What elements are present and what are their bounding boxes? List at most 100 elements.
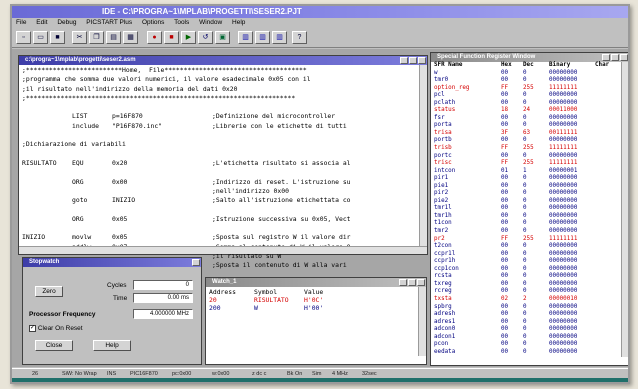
editor-vertical-scrollbar[interactable] — [419, 65, 427, 246]
menu-window[interactable]: Window — [199, 19, 222, 26]
open-file-icon[interactable]: ▭ — [33, 31, 48, 44]
code-line[interactable]: include "P16F870.inc" ;Librerie con le eti… — [22, 122, 416, 131]
sfr-row[interactable]: adres1 00 0 00000000 — [431, 319, 621, 327]
sfr-row[interactable]: spbrg 00 0 00000000 — [431, 304, 621, 312]
sfr-row[interactable]: ccpr1l 00 0 00000000 — [431, 251, 621, 259]
sfr-row[interactable]: adcon0 00 0 00000000 — [431, 326, 621, 334]
help-icon[interactable]: ? — [292, 31, 307, 44]
menu-file[interactable]: File — [16, 19, 26, 26]
sfr-row[interactable]: status 18 24 00011000 — [431, 107, 621, 115]
code-line[interactable]: ORG 0x00 ;Indirizzo di reset. L'istruzione… — [22, 178, 416, 187]
build-icon[interactable]: ▣ — [215, 31, 230, 44]
cut-icon[interactable]: ✂ — [72, 31, 87, 44]
sfr-row[interactable]: pcl 00 0 00000000 — [431, 92, 621, 100]
menu-edit[interactable]: Edit — [36, 19, 47, 26]
sfr-row[interactable]: txreg 00 0 00000000 — [431, 281, 621, 289]
sfr-row[interactable]: w 00 0 00000000 — [431, 70, 621, 78]
code-line[interactable]: LIST p=16F870 ;Definizione del microcontro… — [22, 112, 416, 121]
code-line[interactable]: ORG 0x05 ;Istruzione successiva su 0x05, V… — [22, 215, 416, 224]
view-c-icon[interactable]: ▥ — [272, 31, 287, 44]
sfr-row[interactable]: intcon 01 1 00000001 — [431, 168, 621, 176]
minimize-icon[interactable] — [399, 279, 407, 286]
stopwatch-window[interactable]: Stopwatch Zero Cycles 0 Time 0.00 ms Pro… — [22, 257, 202, 365]
code-line[interactable]: INIZIO movlw 0x05 ;Sposta sul registro W il… — [22, 233, 416, 242]
close-icon[interactable] — [418, 57, 426, 64]
maximize-icon[interactable] — [409, 57, 417, 64]
sfr-row[interactable]: rcsta 00 0 00000000 — [431, 273, 621, 281]
paste-icon[interactable]: ▤ — [106, 31, 121, 44]
code-line[interactable]: ;programma che somma due valori numerici… — [22, 75, 416, 84]
code-line[interactable]: RISULTATO EQU 0x20 ;L'etichetta risultato s… — [22, 159, 416, 168]
close-icon[interactable] — [620, 54, 628, 61]
sfr-row[interactable]: pir1 00 0 00000000 — [431, 175, 621, 183]
sfr-row[interactable]: portc 00 0 00000000 — [431, 153, 621, 161]
watch-row[interactable]: 200 W H'00' — [209, 304, 423, 312]
help-button[interactable]: Help — [93, 340, 131, 351]
code-line[interactable]: ;il risultato nell'indirizzo della memor… — [22, 85, 416, 94]
code-line[interactable] — [22, 103, 416, 112]
sfr-row[interactable]: portb 00 0 00000000 — [431, 137, 621, 145]
menu-options[interactable]: Options — [142, 19, 164, 26]
sfr-row[interactable]: option_reg FF 255 11111111 — [431, 85, 621, 93]
sfr-window[interactable]: Special Function Register Window SFR Nam… — [430, 52, 628, 366]
minimize-icon[interactable] — [400, 57, 408, 64]
code-line[interactable] — [22, 168, 416, 177]
close-icon[interactable] — [417, 279, 425, 286]
code-line[interactable] — [22, 150, 416, 159]
sfr-row[interactable]: pclath 00 0 00000000 — [431, 100, 621, 108]
watch-row[interactable]: 20 RISULTATO H'0C' — [209, 296, 423, 304]
sfr-row[interactable]: pcon 00 0 00000000 — [431, 341, 621, 349]
sfr-row[interactable]: tmr2 00 0 00000000 — [431, 228, 621, 236]
sfr-row[interactable]: adresh 00 0 00000000 — [431, 311, 621, 319]
code-line[interactable] — [22, 131, 416, 140]
code-line[interactable]: ;*************************Home, File****… — [22, 66, 416, 75]
copy-icon[interactable]: ❐ — [89, 31, 104, 44]
close-button[interactable]: Close — [35, 340, 73, 351]
sfr-row[interactable]: adcon1 00 0 00000000 — [431, 334, 621, 342]
sfr-row[interactable]: trisc FF 255 11111111 — [431, 160, 621, 168]
sfr-row[interactable]: txsta 02 2 00000010 — [431, 296, 621, 304]
code-line[interactable] — [22, 224, 416, 233]
code-line[interactable] — [22, 205, 416, 214]
sfr-row[interactable]: rcreg 00 0 00000000 — [431, 288, 621, 296]
print-icon[interactable]: ▦ — [123, 31, 138, 44]
menu-help[interactable]: Help — [232, 19, 245, 26]
code-line[interactable]: ;nell'indirizzo 0x00 — [22, 187, 416, 196]
sfr-row[interactable]: pie1 00 0 00000000 — [431, 183, 621, 191]
watch-window[interactable]: Watch_1 Address Symbol Value 20 RISULTATO… — [205, 277, 427, 365]
code-area[interactable]: ;*************************Home, File****… — [19, 65, 419, 316]
new-file-icon[interactable]: ▫ — [16, 31, 31, 44]
sfr-row[interactable]: trisb FF 255 11111111 — [431, 145, 621, 153]
view-b-icon[interactable]: ▥ — [255, 31, 270, 44]
checkbox-icon[interactable]: ✓ — [29, 325, 36, 332]
minimize-icon[interactable] — [602, 54, 610, 61]
halt-icon[interactable]: ■ — [164, 31, 179, 44]
sfr-row[interactable]: pir2 00 0 00000000 — [431, 190, 621, 198]
sfr-row[interactable]: pr2 FF 255 11111111 — [431, 236, 621, 244]
reset-icon[interactable]: ↺ — [198, 31, 213, 44]
sfr-row[interactable]: ccp1con 00 0 00000000 — [431, 266, 621, 274]
menu-tools[interactable]: Tools — [174, 19, 189, 26]
sfr-row[interactable]: eedata 00 0 00000000 — [431, 349, 621, 357]
zero-button[interactable]: Zero — [35, 286, 63, 297]
sfr-row[interactable]: tmr1h 00 0 00000000 — [431, 213, 621, 221]
run-icon[interactable]: ● — [147, 31, 162, 44]
code-line[interactable]: ;Dichiarazione di variabili — [22, 140, 416, 149]
close-icon[interactable] — [192, 259, 200, 266]
sfr-row[interactable]: porta 00 0 00000000 — [431, 122, 621, 130]
sfr-row[interactable]: tmr0 00 0 00000000 — [431, 77, 621, 85]
maximize-icon[interactable] — [611, 54, 619, 61]
view-a-icon[interactable]: ▥ — [238, 31, 253, 44]
maximize-icon[interactable] — [408, 279, 416, 286]
step-icon[interactable]: ▶ — [181, 31, 196, 44]
sfr-row[interactable]: trisa 3F 63 00111111 — [431, 130, 621, 138]
sfr-row[interactable]: t2con 00 0 00000000 — [431, 243, 621, 251]
source-editor-window[interactable]: c:\progra~1\mplab\progetti\seser2.asm ;*… — [18, 55, 428, 316]
sfr-row[interactable]: t1con 00 0 00000000 — [431, 220, 621, 228]
sfr-row[interactable]: tmr1l 00 0 00000000 — [431, 205, 621, 213]
sfr-vertical-scrollbar[interactable] — [621, 62, 628, 357]
editor-horizontal-scrollbar[interactable] — [19, 246, 427, 254]
menu-picstart[interactable]: PICSTART Plus — [86, 19, 132, 26]
code-line[interactable]: ;***************************************… — [22, 94, 416, 103]
sfr-row[interactable]: pie2 00 0 00000000 — [431, 198, 621, 206]
